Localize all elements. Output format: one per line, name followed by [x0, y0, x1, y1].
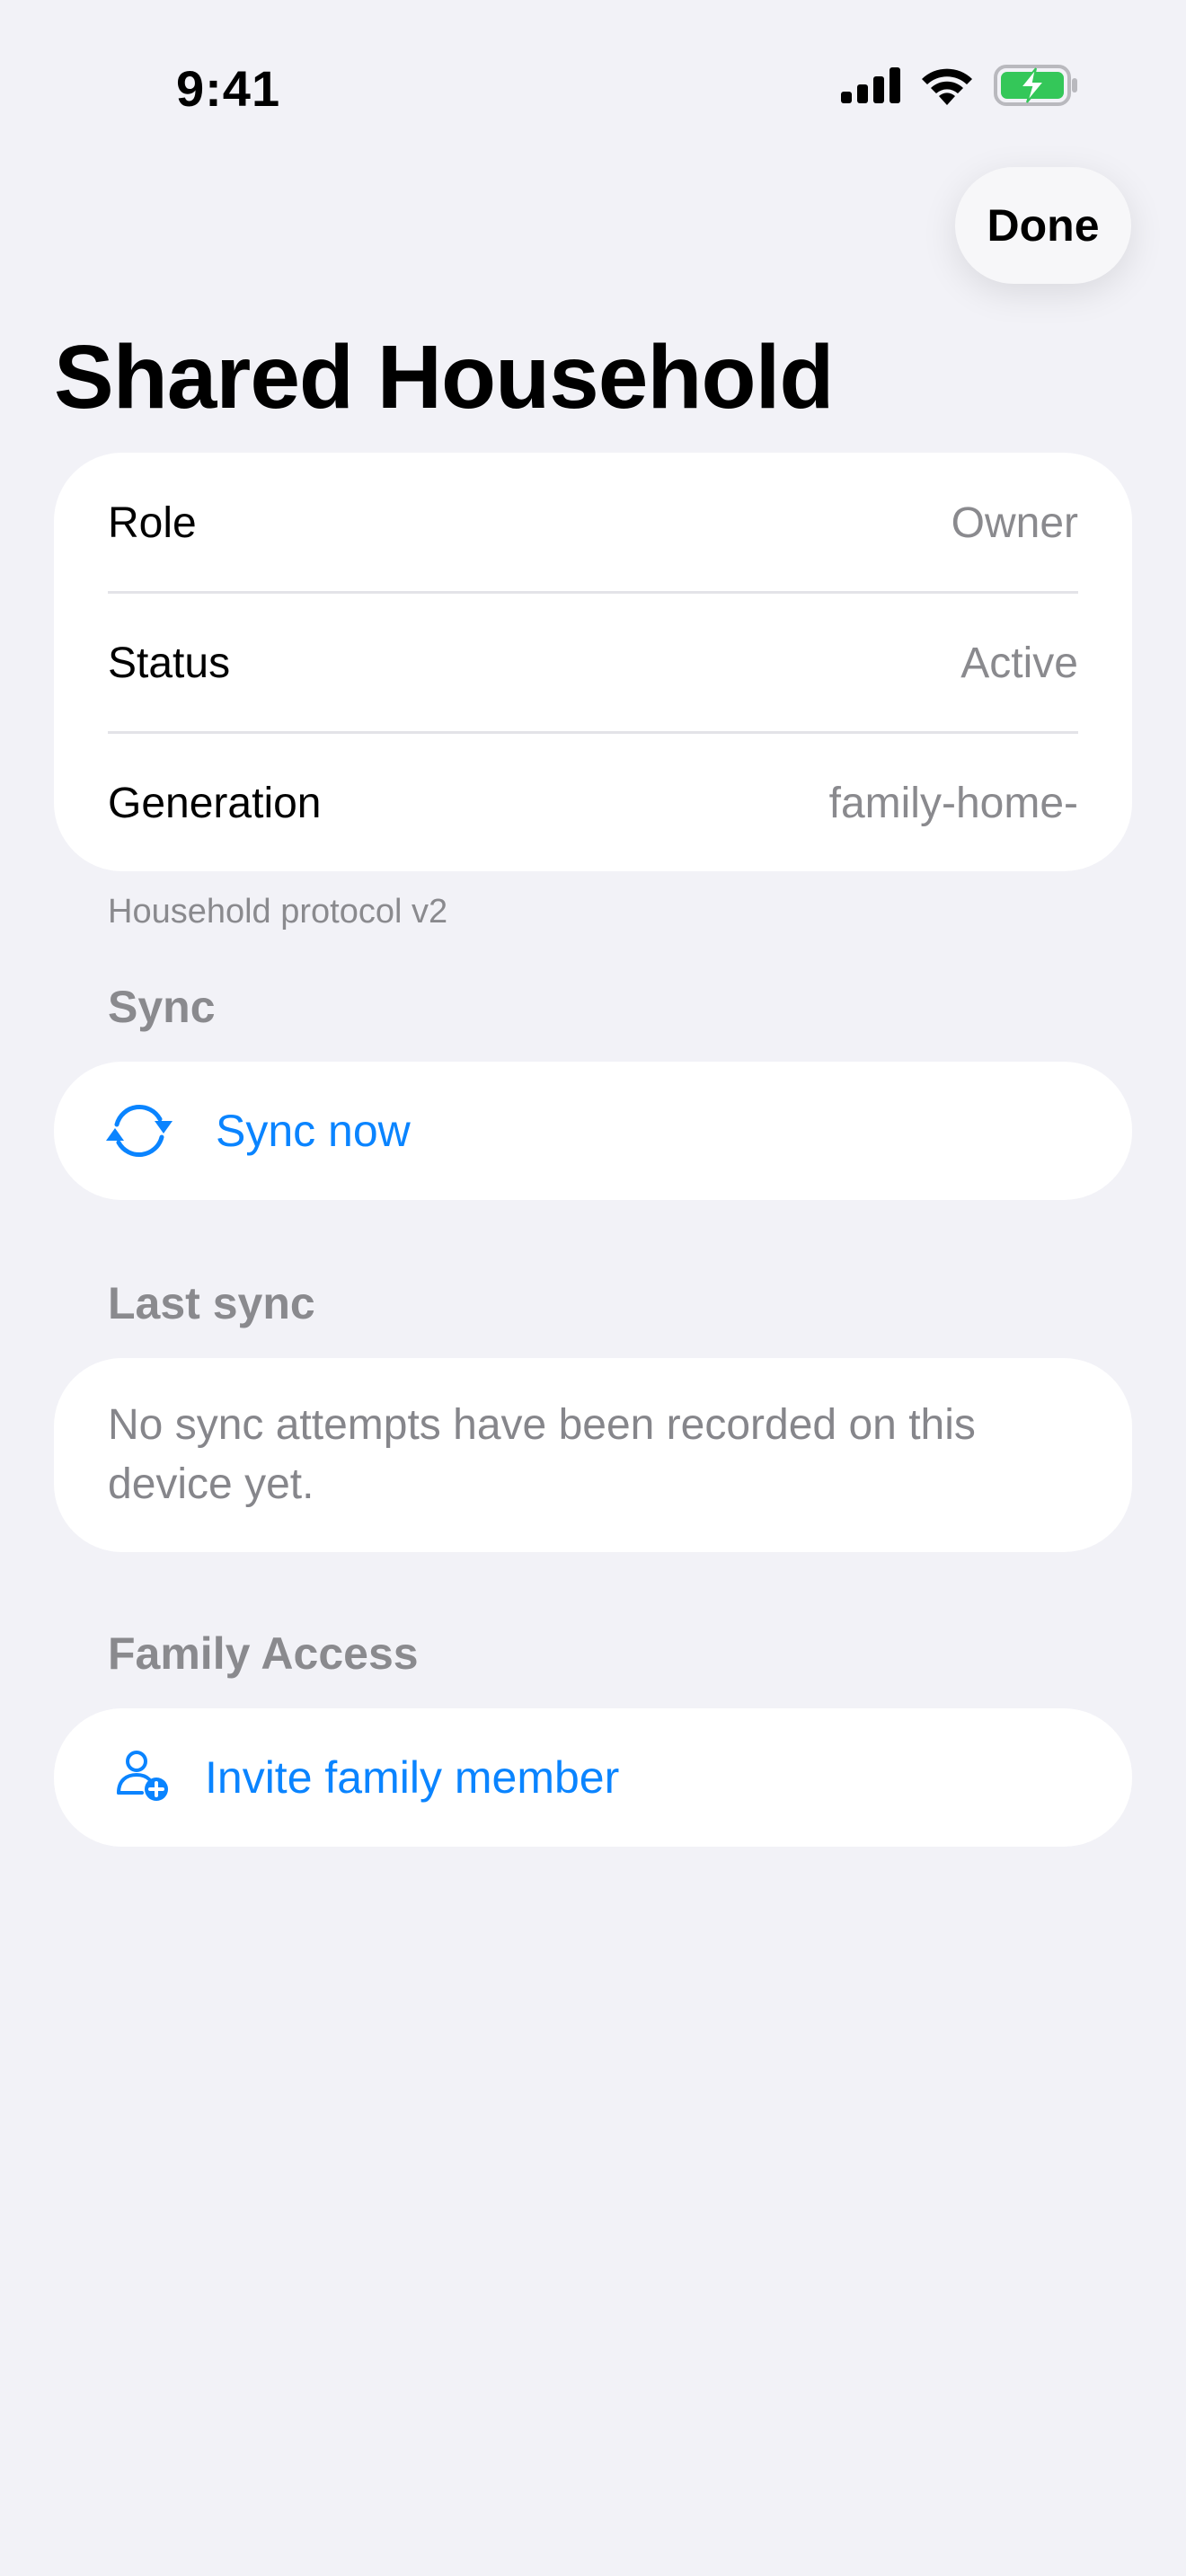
generation-label: Generation [108, 779, 322, 827]
household-settings-screen: 9:41 Done Shared Household Role Owner St… [0, 0, 1186, 2576]
protocol-footnote: Household protocol v2 [108, 893, 448, 931]
invite-family-member-label: Invite family member [205, 1752, 620, 1803]
status-value: Active [960, 639, 1078, 687]
role-row: Role Owner [108, 453, 1078, 593]
sync-section-header: Sync [108, 982, 216, 1032]
last-sync-message: No sync attempts have been recorded on t… [108, 1401, 976, 1508]
battery-charging-icon [994, 65, 1078, 106]
status-label: Status [108, 639, 231, 687]
done-button[interactable]: Done [955, 167, 1131, 284]
role-label: Role [108, 498, 197, 547]
status-bar-icons [841, 65, 1078, 106]
role-value: Owner [951, 498, 1078, 547]
invite-family-member-button[interactable]: Invite family member [54, 1708, 1132, 1847]
generation-value: family-home- [828, 779, 1078, 827]
status-row: Status Active [108, 593, 1078, 733]
cellular-signal-icon [841, 67, 900, 103]
family-access-section-header: Family Access [108, 1628, 419, 1679]
wifi-icon [920, 66, 974, 105]
sync-now-label: Sync now [216, 1106, 411, 1156]
sync-arrows-icon [102, 1094, 176, 1168]
last-sync-card: No sync attempts have been recorded on t… [54, 1358, 1132, 1552]
page-title: Shared Household [54, 327, 834, 428]
person-add-icon [115, 1748, 173, 1805]
last-sync-section-header: Last sync [108, 1278, 315, 1328]
status-time: 9:41 [176, 60, 281, 117]
generation-row: Generation family-home- [108, 733, 1078, 873]
sync-now-button[interactable]: Sync now [54, 1062, 1132, 1200]
household-info-card: Role Owner Status Active Generation fami… [54, 453, 1132, 871]
